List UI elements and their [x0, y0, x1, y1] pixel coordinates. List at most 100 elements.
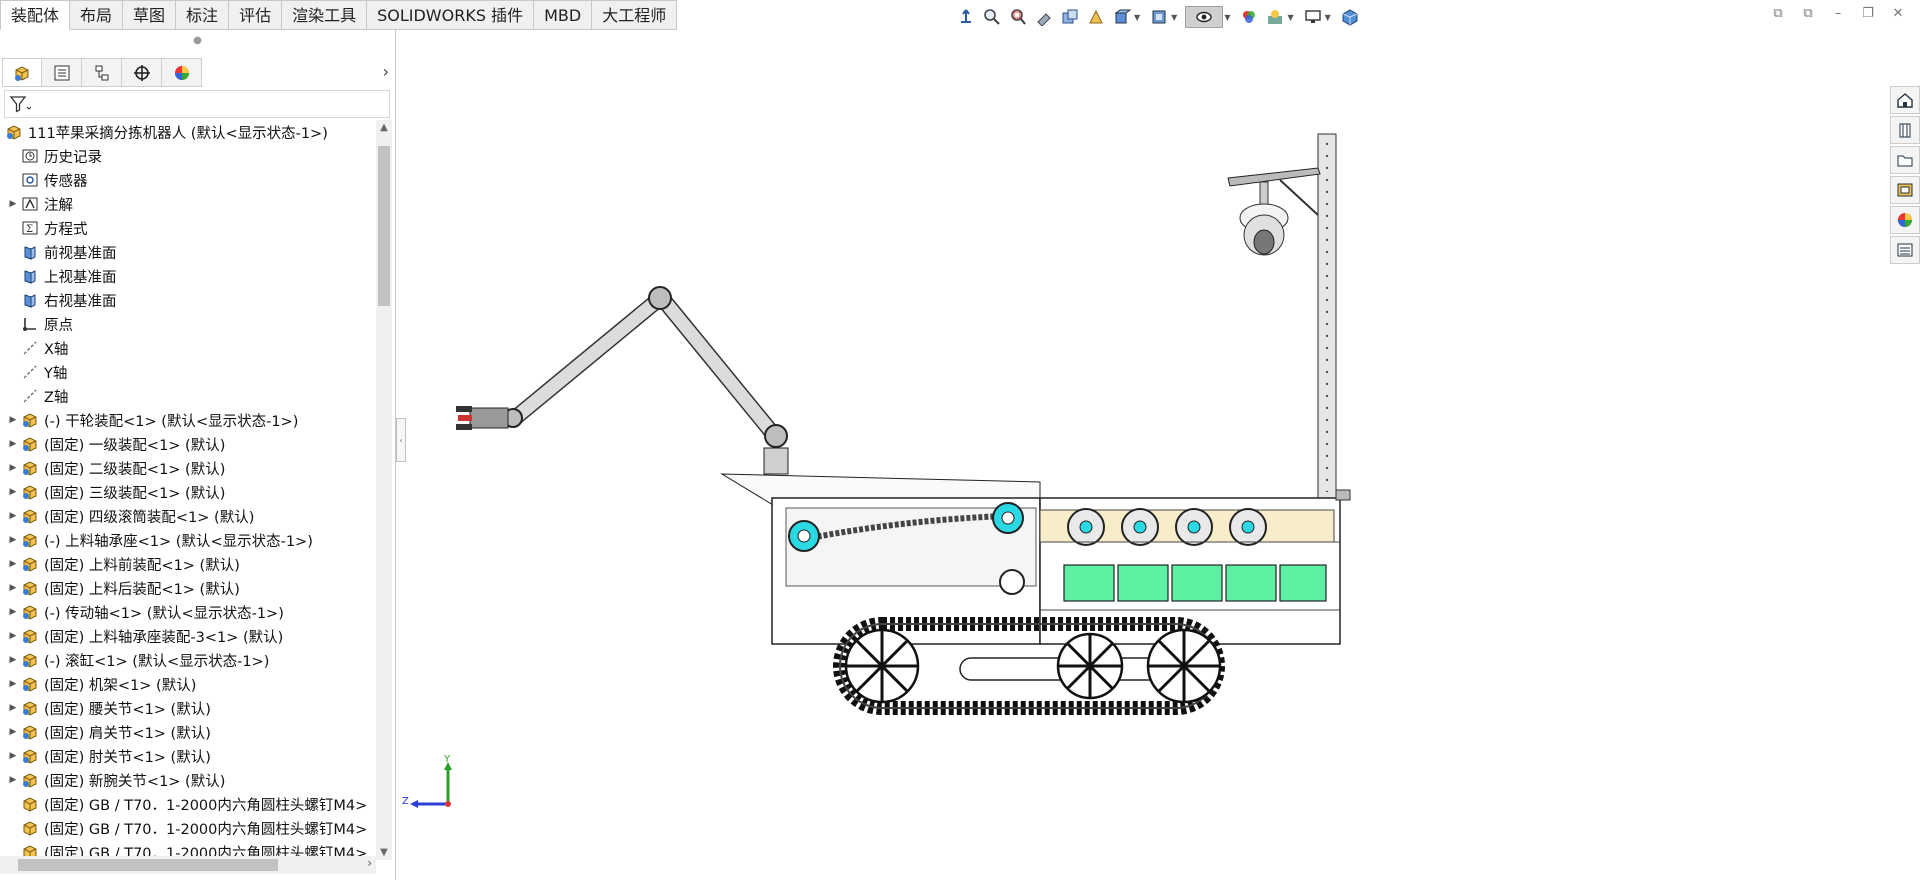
expand-arrow-icon[interactable]: ▶	[6, 487, 20, 497]
tree-item[interactable]: ▶ (固定) 机架<1> (默认)	[0, 672, 376, 696]
view-palette-icon[interactable]	[1890, 176, 1920, 204]
tree-item[interactable]: 历史记录	[0, 144, 376, 168]
view-settings-icon[interactable]	[1302, 6, 1324, 28]
tab-sketch[interactable]: 草图	[123, 0, 177, 30]
panel-expand-icon[interactable]: ›	[383, 62, 389, 81]
tree-item[interactable]: ▶ (固定) 上料后装配<1> (默认)	[0, 576, 376, 600]
tree-item[interactable]: 前视基准面	[0, 240, 376, 264]
expand-arrow-icon[interactable]: ▶	[6, 439, 20, 449]
expand-arrow-icon[interactable]: ▶	[6, 655, 20, 665]
minimize-icon[interactable]: –	[1830, 6, 1846, 22]
hide-show-dropdown-caret[interactable]: ▼	[1224, 13, 1230, 22]
edit-appearance-icon[interactable]	[1238, 6, 1260, 28]
tree-item[interactable]: ▶ (固定) 肘关节<1> (默认)	[0, 744, 376, 768]
restore-icon[interactable]: ❐	[1860, 6, 1876, 22]
expand-arrow-icon[interactable]: ▶	[6, 775, 20, 785]
tab-solidworks-addins[interactable]: SOLIDWORKS 插件	[367, 0, 535, 30]
expand-arrow-icon[interactable]: ▶	[6, 415, 20, 425]
expand-arrow-icon[interactable]: ▶	[6, 463, 20, 473]
orientation-dropdown-caret[interactable]: ▼	[1134, 13, 1140, 22]
featuremanager-icon[interactable]	[2, 58, 42, 87]
tree-item[interactable]: ▶ (固定) 腰关节<1> (默认)	[0, 696, 376, 720]
zoom-area-icon[interactable]	[1007, 6, 1029, 28]
expand-arrow-icon[interactable]: ▶	[6, 511, 20, 521]
tree-item[interactable]: ▶ (-) 干轮装配<1> (默认<显示状态-1>)	[0, 408, 376, 432]
expand-arrow-icon[interactable]: ▶	[6, 751, 20, 761]
tree-item[interactable]: ▶ (-) 上料轴承座<1> (默认<显示状态-1>)	[0, 528, 376, 552]
appearances-icon[interactable]	[1890, 206, 1920, 234]
scene-dropdown-caret[interactable]: ▼	[1287, 13, 1293, 22]
tree-item[interactable]: 传感器	[0, 168, 376, 192]
scroll-right-icon[interactable]: ›	[367, 856, 372, 870]
tree-item[interactable]: 上视基准面	[0, 264, 376, 288]
tree-horizontal-scrollbar[interactable]: ›	[0, 856, 376, 874]
tree-item[interactable]: 右视基准面	[0, 288, 376, 312]
close-icon[interactable]: ✕	[1890, 6, 1906, 22]
file-explorer-icon[interactable]	[1890, 146, 1920, 174]
expand-arrow-icon[interactable]: ▶	[6, 607, 20, 617]
propertymanager-icon[interactable]	[42, 58, 82, 87]
tree-filter[interactable]	[4, 90, 390, 118]
expand-arrow-icon[interactable]: ▶	[6, 727, 20, 737]
dimxpert-icon[interactable]	[122, 58, 162, 87]
scroll-thumb[interactable]	[378, 146, 390, 306]
tab-layout[interactable]: 布局	[70, 0, 124, 30]
tree-item[interactable]: 原点	[0, 312, 376, 336]
tree-item[interactable]: Σ 方程式	[0, 216, 376, 240]
tree-item[interactable]: ▶ (固定) 上料前装配<1> (默认)	[0, 552, 376, 576]
tree-item[interactable]: ▶ (固定) 上料轴承座装配-3<1> (默认)	[0, 624, 376, 648]
previous-view-icon[interactable]	[1033, 6, 1055, 28]
configurationmanager-icon[interactable]	[82, 58, 122, 87]
hide-show-icon[interactable]	[1185, 6, 1224, 28]
tree-item[interactable]: ▶ (固定) 肩关节<1> (默认)	[0, 720, 376, 744]
dynamic-annotation-icon[interactable]	[1085, 6, 1107, 28]
tab-engineer[interactable]: 大工程师	[592, 0, 678, 30]
expand-arrow-icon[interactable]: ▶	[6, 583, 20, 593]
panel-grip-icon[interactable]: ●	[0, 30, 395, 50]
display-style-icon[interactable]	[1148, 6, 1170, 28]
tree-item[interactable]: ▶ (固定) 一级装配<1> (默认)	[0, 432, 376, 456]
tree-item[interactable]: ▶ (-) 传动轴<1> (默认<显示状态-1>)	[0, 600, 376, 624]
3d-view-icon[interactable]	[1339, 6, 1361, 28]
tree-root-assembly[interactable]: 111苹果采摘分拣机器人 (默认<显示状态-1>)	[0, 120, 376, 144]
tree-item[interactable]: X轴	[0, 336, 376, 360]
scroll-up-icon[interactable]: ▲	[376, 122, 392, 133]
zoom-to-fit-icon[interactable]	[981, 6, 1003, 28]
tree-item[interactable]: ▶ (固定) 四级滚筒装配<1> (默认)	[0, 504, 376, 528]
custom-properties-icon[interactable]	[1890, 236, 1920, 264]
tab-mbd[interactable]: MBD	[534, 0, 593, 30]
tree-item[interactable]: ▶ (固定) 三级装配<1> (默认)	[0, 480, 376, 504]
tree-item[interactable]: (固定) GB / T70．1-2000内六角圆柱头螺钉M4>	[0, 792, 376, 816]
display-manager-icon[interactable]	[162, 58, 202, 87]
expand-arrow-icon[interactable]: ▶	[6, 703, 20, 713]
scroll-down-icon[interactable]: ▼	[376, 847, 392, 858]
view-settings-dropdown-caret[interactable]: ▼	[1325, 13, 1331, 22]
hscroll-thumb[interactable]	[18, 859, 278, 871]
filter-icon[interactable]	[9, 95, 31, 113]
tab-evaluate[interactable]: 评估	[229, 0, 283, 30]
tree-item[interactable]: ▶ 注解	[0, 192, 376, 216]
section-view-icon[interactable]	[1059, 6, 1081, 28]
tree-vertical-scrollbar[interactable]: ▲ ▼	[376, 120, 392, 860]
view-orientation-icon[interactable]	[955, 6, 977, 28]
tree-item[interactable]: ▶ (固定) 二级装配<1> (默认)	[0, 456, 376, 480]
tree-item[interactable]: ▶ (固定) 新腕关节<1> (默认)	[0, 768, 376, 792]
display-style-dropdown-caret[interactable]: ▼	[1171, 13, 1177, 22]
expand-arrow-icon[interactable]: ▶	[6, 199, 20, 209]
expand-arrow-icon[interactable]: ▶	[6, 535, 20, 545]
tab-markup[interactable]: 标注	[176, 0, 230, 30]
graphics-area[interactable]: Y Z	[400, 30, 1880, 880]
tree-item[interactable]: Y轴	[0, 360, 376, 384]
tab-render-tools[interactable]: 渲染工具	[282, 0, 368, 30]
tab-assembly[interactable]: 装配体	[0, 0, 71, 30]
tree-item[interactable]: ▶ (-) 滚缸<1> (默认<显示状态-1>)	[0, 648, 376, 672]
tree-item[interactable]: (固定) GB / T70．1-2000内六角圆柱头螺钉M4>	[0, 816, 376, 840]
tree-item[interactable]: Z轴	[0, 384, 376, 408]
tile-right-icon[interactable]: ⧉	[1800, 6, 1816, 22]
view-orientation-box-icon[interactable]	[1111, 6, 1133, 28]
apply-scene-icon[interactable]	[1264, 6, 1286, 28]
expand-arrow-icon[interactable]: ▶	[6, 631, 20, 641]
expand-arrow-icon[interactable]: ▶	[6, 559, 20, 569]
design-library-icon[interactable]	[1890, 116, 1920, 144]
tile-left-icon[interactable]: ⧉	[1770, 6, 1786, 22]
